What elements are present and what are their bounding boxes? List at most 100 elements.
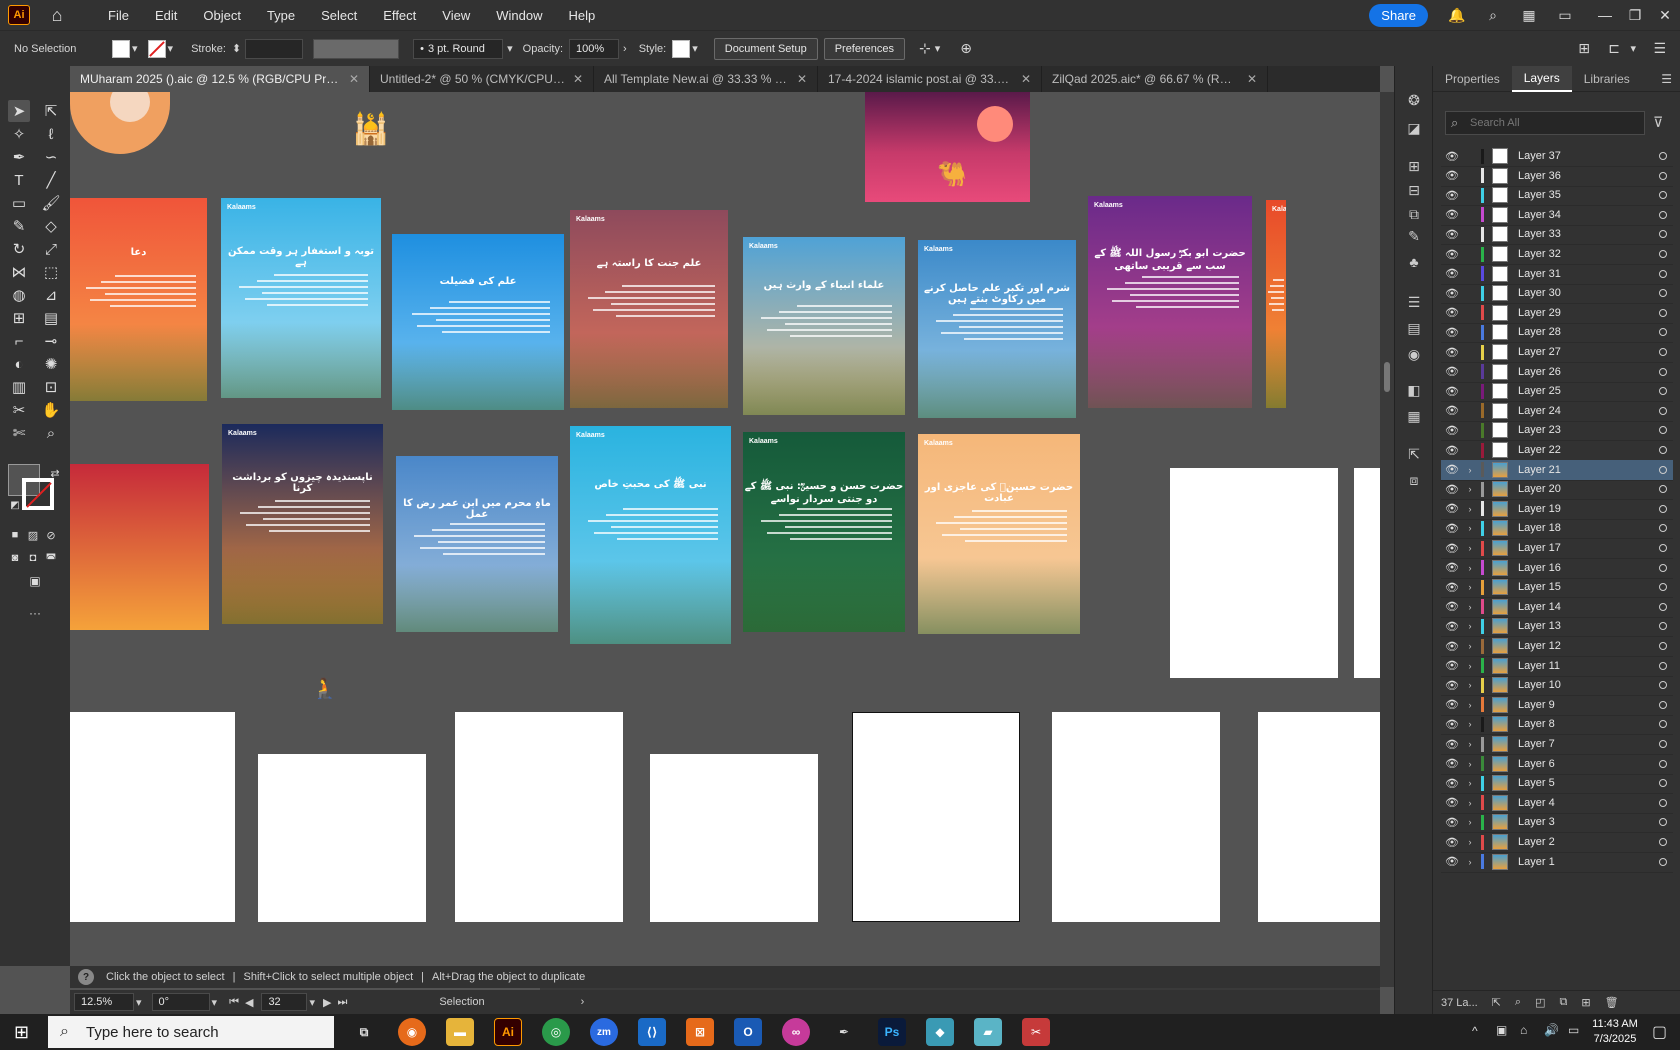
target-icon[interactable] xyxy=(1659,779,1667,788)
eye-icon[interactable]: 👁 xyxy=(1441,424,1463,437)
layer-row[interactable]: 👁 Layer 28 xyxy=(1441,322,1673,344)
target-icon[interactable] xyxy=(1659,171,1667,180)
show-hidden-icons[interactable]: ^ xyxy=(1472,1024,1478,1038)
expand-icon[interactable]: › xyxy=(1463,563,1477,573)
eye-icon[interactable]: 👁 xyxy=(1441,169,1463,182)
social-post[interactable]: Kalaams علماء انبیاء کے وارث ہیں xyxy=(743,237,905,415)
close-tab-icon[interactable]: ✕ xyxy=(1247,72,1257,86)
zoom-tool-icon[interactable]: ⌕ xyxy=(40,422,62,444)
eye-icon[interactable]: 👁 xyxy=(1441,620,1463,633)
layer-row[interactable]: 👁 Layer 27 xyxy=(1441,342,1673,363)
preferences-button[interactable]: Preferences xyxy=(823,37,905,60)
panel-tab-layers[interactable]: Layers xyxy=(1511,65,1572,92)
eye-icon[interactable]: 👁 xyxy=(1441,659,1463,672)
layer-row[interactable]: 👁 › Layer 1 xyxy=(1441,852,1673,873)
artboard-tool-icon[interactable]: ⊡ xyxy=(40,376,62,398)
expand-icon[interactable]: › xyxy=(1463,759,1477,769)
hand-tool-icon[interactable]: ✋ xyxy=(40,399,62,421)
eye-icon[interactable]: 👁 xyxy=(1441,718,1463,731)
chrome-icon[interactable]: ◎ xyxy=(542,1018,570,1046)
expand-icon[interactable]: › xyxy=(1463,798,1477,808)
social-post[interactable]: Kalaams شرم اور تکبر علم حاصل کرنے میں رک… xyxy=(918,240,1076,418)
symbols-icon[interactable]: ♣ xyxy=(1404,252,1424,272)
last-artboard-icon[interactable]: ⏭ xyxy=(337,996,347,1009)
vscode-icon[interactable]: ⟨⟩ xyxy=(638,1018,666,1046)
layer-row[interactable]: 👁 › Layer 9 xyxy=(1441,695,1673,716)
artboard[interactable] xyxy=(70,712,235,922)
target-icon[interactable] xyxy=(1659,406,1667,415)
notes-app-icon[interactable]: ▰ xyxy=(974,1018,1002,1046)
minimize-icon[interactable]: — xyxy=(1590,7,1620,23)
target-icon[interactable] xyxy=(1659,328,1667,337)
eye-icon[interactable]: 👁 xyxy=(1441,365,1463,378)
swap-fill-stroke-icon[interactable]: ⇄ xyxy=(44,462,66,484)
social-post[interactable]: دعا xyxy=(70,198,207,401)
free-transform-tool-icon[interactable]: ⬚ xyxy=(40,261,62,283)
target-icon[interactable] xyxy=(1659,857,1667,866)
social-post[interactable]: Kalaams حضرت حسینؓ کی عاجزی اور عبادت xyxy=(918,434,1080,634)
target-icon[interactable] xyxy=(1659,191,1667,200)
artboards-icon[interactable]: ⧈ xyxy=(1404,470,1424,490)
restore-icon[interactable]: ❐ xyxy=(1620,7,1650,24)
layer-row[interactable]: 👁 › Layer 7 xyxy=(1441,734,1673,755)
social-post[interactable]: Kalaams نبی ﷺ کی محبتِ خاص xyxy=(570,426,731,644)
layer-row[interactable]: 👁 › Layer 11 xyxy=(1441,656,1673,677)
layer-row[interactable]: 👁 Layer 31 xyxy=(1441,264,1673,285)
firefox-icon[interactable]: ◉ xyxy=(398,1018,426,1046)
expand-icon[interactable]: › xyxy=(1463,582,1477,592)
delete-layer-icon[interactable]: 🗑 xyxy=(1605,996,1619,1009)
scroll-thumb[interactable] xyxy=(1384,362,1390,392)
chevron-down-icon[interactable]: ▾ xyxy=(309,996,315,1009)
document-setup-button[interactable]: Document Setup xyxy=(713,37,818,60)
perspective-grid-tool-icon[interactable]: ⊿ xyxy=(40,284,62,306)
expand-icon[interactable]: › xyxy=(1463,778,1477,788)
app-icon[interactable]: ◆ xyxy=(926,1018,954,1046)
layer-row[interactable]: 👁 › Layer 20 xyxy=(1441,479,1673,501)
menu-item-select[interactable]: Select xyxy=(315,8,363,23)
illustrator-taskbar-icon[interactable]: Ai xyxy=(494,1018,522,1046)
target-icon[interactable] xyxy=(1659,485,1667,494)
eye-icon[interactable]: 👁 xyxy=(1441,228,1463,241)
eye-icon[interactable]: 👁 xyxy=(1441,855,1463,868)
task-view-icon[interactable]: ⧉ xyxy=(350,1018,378,1046)
expand-icon[interactable]: › xyxy=(1463,602,1477,612)
battery-icon[interactable]: ▭ xyxy=(1568,1023,1579,1037)
social-post[interactable] xyxy=(70,464,209,630)
home-icon[interactable]: ⌂ xyxy=(46,4,68,26)
expand-icon[interactable]: › xyxy=(1463,641,1477,651)
menu-item-help[interactable]: Help xyxy=(562,8,601,23)
eye-icon[interactable]: 👁 xyxy=(1441,581,1463,594)
bell-icon[interactable]: 🔔 xyxy=(1446,7,1468,24)
layer-row[interactable]: 👁 › Layer 15 xyxy=(1441,577,1673,599)
layer-row[interactable]: 👁 Layer 29 xyxy=(1441,303,1673,324)
menu-item-view[interactable]: View xyxy=(436,8,476,23)
gradient-panel-icon[interactable]: ▤ xyxy=(1404,318,1424,338)
rotation-field[interactable]: 0° xyxy=(151,993,210,1011)
layer-row[interactable]: 👁 Layer 23 xyxy=(1441,420,1673,442)
rectangle-tool-icon[interactable]: ▭ xyxy=(8,192,30,214)
document-tab[interactable]: Untitled-2* @ 50 % (CMYK/CPU Previ... ✕ xyxy=(370,66,594,92)
chevron-down-icon[interactable]: ▾ xyxy=(507,42,513,55)
document-tab[interactable]: MUharam 2025 ().aic @ 12.5 % (RGB/CPU Pr… xyxy=(70,66,370,92)
artboard-number-field[interactable]: 32 xyxy=(261,993,308,1011)
target-icon[interactable] xyxy=(1659,348,1667,356)
praying-figure-illustration[interactable]: 🧎 xyxy=(312,676,337,701)
artboard[interactable] xyxy=(1354,468,1380,678)
eye-icon[interactable]: 👁 xyxy=(1441,816,1463,829)
eye-icon[interactable]: 👁 xyxy=(1441,306,1463,319)
expand-icon[interactable]: › xyxy=(1463,857,1477,867)
file-explorer-icon[interactable]: ▬ xyxy=(446,1018,474,1046)
document-tab[interactable]: All Template New.ai @ 33.33 % (RGB/... ✕ xyxy=(594,66,818,92)
chevron-down-icon[interactable]: ▾ xyxy=(935,42,941,55)
zoom-app-icon[interactable]: zm xyxy=(590,1018,618,1046)
layer-row[interactable]: 👁 › Layer 16 xyxy=(1441,558,1673,579)
paintbrush-tool-icon[interactable]: 🖌 xyxy=(40,192,62,214)
search-icon[interactable]: ⌕ xyxy=(1482,7,1504,24)
arrange-icon[interactable]: ▭ xyxy=(1554,7,1576,24)
variable-width-profile[interactable] xyxy=(313,38,400,59)
measure-tool-icon[interactable]: ⊸ xyxy=(40,330,62,352)
menu-item-effect[interactable]: Effect xyxy=(377,8,422,23)
layer-row[interactable]: 👁 Layer 35 xyxy=(1441,185,1673,207)
stroke-stepper-icon[interactable]: ⬍ xyxy=(232,42,241,55)
layer-row[interactable]: 👁 › Layer 12 xyxy=(1441,636,1673,657)
